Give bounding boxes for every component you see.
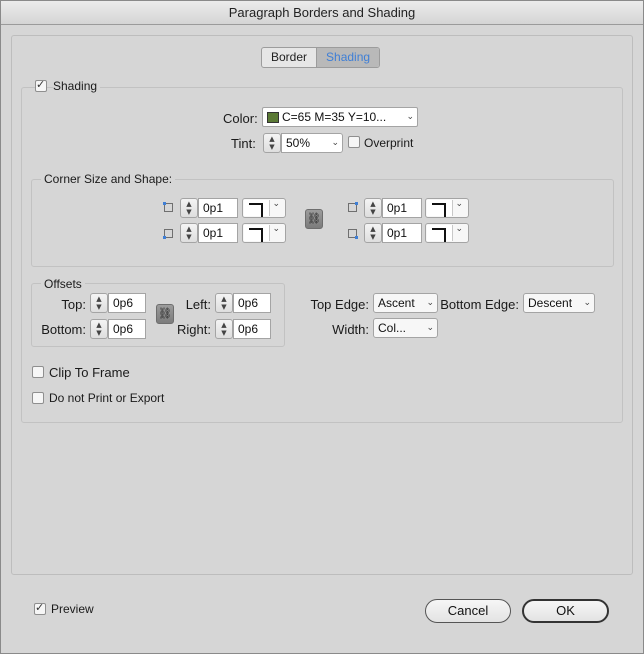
bottom-left-stepper[interactable]: ▲ ▼ [180, 223, 198, 243]
bottom-left-corner-shape[interactable]: ⌄ [242, 223, 286, 243]
clip-to-frame-label: Clip To Frame [49, 365, 130, 380]
top-right-stepper[interactable]: ▲ ▼ [364, 198, 382, 218]
shading-checkbox[interactable] [35, 78, 47, 92]
bottom-right-corner-icon [348, 229, 358, 239]
tint-dropdown[interactable]: 50% ⌄ [281, 133, 343, 153]
top-left-corner-shape[interactable]: ⌄ [242, 198, 286, 218]
chevron-down-icon: ⌄ [426, 323, 434, 333]
top-left-corner-icon [163, 202, 173, 212]
bottom-edge-dropdown[interactable]: Descent ⌄ [523, 293, 595, 313]
width-value: Col... [378, 321, 407, 335]
offset-top-stepper[interactable]: ▲ ▼ [90, 293, 108, 313]
tab-bar: Border Shading [261, 47, 381, 68]
chevron-down-icon: ⌄ [455, 224, 463, 234]
tint-label: Tint: [231, 136, 256, 151]
corner-group-label: Corner Size and Shape: [41, 172, 176, 186]
chevron-down-icon: ⌄ [272, 199, 280, 209]
corner-shape-icon [427, 225, 453, 242]
corner-shape-icon [244, 225, 270, 242]
shading-label: Shading [53, 79, 101, 93]
offset-right-field[interactable]: 0p6 [233, 319, 271, 339]
color-swatch [267, 112, 279, 123]
offset-bottom-field[interactable]: 0p6 [108, 319, 146, 339]
bottom-right-corner-shape[interactable]: ⌄ [425, 223, 469, 243]
top-right-corner-shape[interactable]: ⌄ [425, 198, 469, 218]
top-edge-dropdown[interactable]: Ascent ⌄ [373, 293, 438, 313]
paragraph-borders-shading-dialog: Paragraph Borders and Shading Border Sha… [0, 0, 644, 654]
bottom-right-stepper[interactable]: ▲ ▼ [364, 223, 382, 243]
bottom-left-corner-icon [163, 229, 173, 239]
cancel-button[interactable]: Cancel [425, 599, 511, 623]
offset-right-label: Right: [177, 322, 211, 337]
overprint-label: Overprint [364, 136, 414, 150]
offset-left-label: Left: [185, 297, 211, 312]
chevron-down-icon: ⌄ [331, 138, 339, 148]
tint-value: 50% [286, 136, 311, 150]
top-right-corner-icon [348, 202, 358, 212]
top-right-corner-size[interactable]: 0p1 [382, 198, 422, 218]
width-dropdown[interactable]: Col... ⌄ [373, 318, 438, 338]
tint-stepper[interactable]: ▲ ▼ [263, 133, 281, 153]
clip-to-frame-checkbox[interactable] [32, 366, 44, 378]
chevron-down-icon: ⌄ [404, 108, 414, 126]
preview-label: Preview [51, 602, 94, 616]
offset-bottom-label: Bottom: [41, 322, 86, 337]
bottom-edge-label: Bottom Edge: [440, 297, 519, 312]
ok-button[interactable]: OK [522, 599, 609, 623]
color-dropdown[interactable]: C=65 M=35 Y=10... ⌄ [262, 107, 418, 127]
offset-top-field[interactable]: 0p6 [108, 293, 146, 313]
offset-left-field[interactable]: 0p6 [233, 293, 271, 313]
top-edge-value: Ascent [378, 296, 415, 310]
offsets-link-icon[interactable]: ⛓ [156, 304, 174, 324]
chevron-down-icon: ⌄ [583, 298, 591, 308]
width-label: Width: [332, 322, 369, 337]
chevron-down-icon: ⌄ [455, 199, 463, 209]
top-left-stepper[interactable]: ▲ ▼ [180, 198, 198, 218]
color-value: C=65 M=35 Y=10... [282, 110, 387, 124]
overprint-checkbox[interactable] [348, 136, 360, 148]
window-title: Paragraph Borders and Shading [1, 1, 643, 25]
corner-shape-icon [244, 200, 270, 217]
offset-right-stepper[interactable]: ▲ ▼ [215, 319, 233, 339]
top-left-corner-size[interactable]: 0p1 [198, 198, 238, 218]
bottom-left-corner-size[interactable]: 0p1 [198, 223, 238, 243]
preview-checkbox[interactable] [34, 601, 46, 615]
offsets-group-label: Offsets [41, 277, 85, 291]
top-edge-label: Top Edge: [310, 297, 369, 312]
tab-shading[interactable]: Shading [316, 48, 380, 67]
chevron-down-icon: ⌄ [272, 224, 280, 234]
corner-link-icon[interactable]: ⛓ [305, 209, 323, 229]
color-label: Color: [223, 111, 258, 126]
offset-bottom-stepper[interactable]: ▲ ▼ [90, 319, 108, 339]
corner-shape-icon [427, 200, 453, 217]
offset-left-stepper[interactable]: ▲ ▼ [215, 293, 233, 313]
bottom-right-corner-size[interactable]: 0p1 [382, 223, 422, 243]
do-not-print-label: Do not Print or Export [49, 391, 165, 405]
bottom-edge-value: Descent [528, 296, 573, 310]
do-not-print-checkbox[interactable] [32, 392, 44, 404]
tab-border[interactable]: Border [262, 48, 316, 67]
chevron-down-icon: ⌄ [426, 298, 434, 308]
offset-top-label: Top: [61, 297, 86, 312]
